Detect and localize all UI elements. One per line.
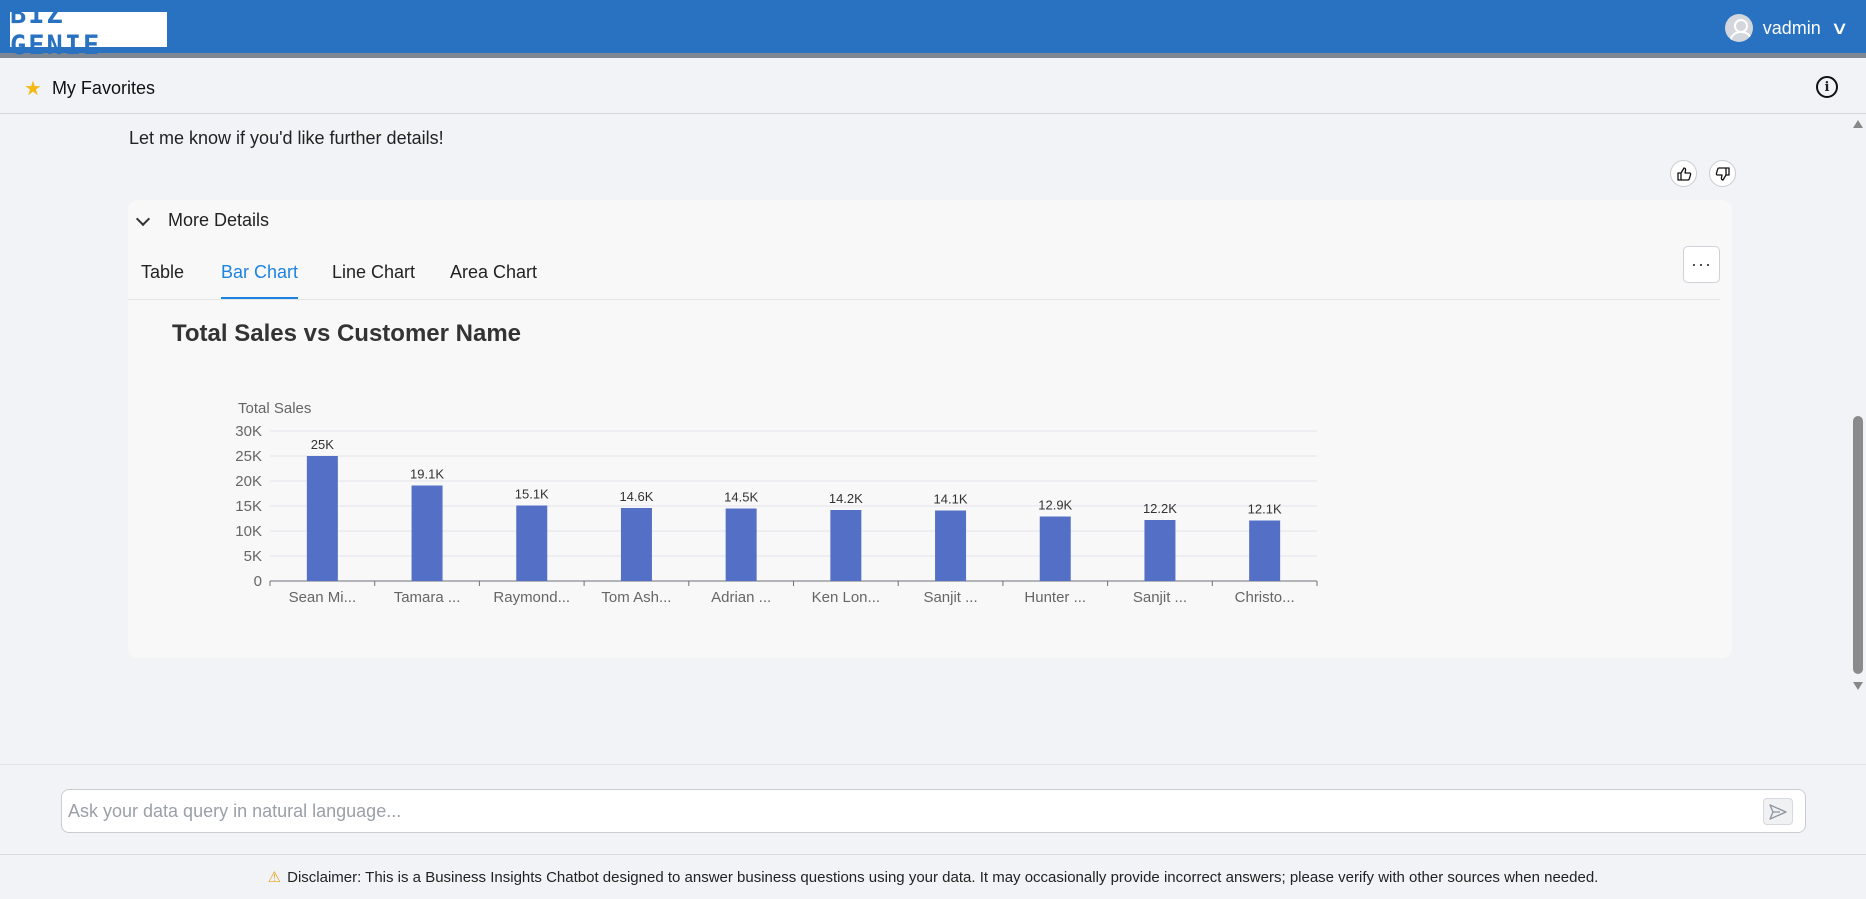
data-label: 12.1K	[1248, 502, 1282, 517]
x-tick-label: Ken Lon...	[812, 589, 880, 606]
x-tick-label: Tamara ...	[394, 589, 461, 606]
data-label: 19.1K	[410, 467, 444, 482]
bar	[411, 485, 443, 581]
user-menu[interactable]: vadmin ∨	[1724, 14, 1849, 42]
bar	[620, 508, 652, 581]
data-label: 25K	[311, 437, 334, 452]
y-tick-label: 20K	[235, 473, 262, 490]
scrollbar[interactable]	[1850, 114, 1866, 694]
y-tick-label: 30K	[235, 423, 262, 440]
my-favorites-button[interactable]: ★ My Favorites	[24, 76, 155, 101]
thumbs-down-icon	[1715, 166, 1730, 181]
x-tick-label: Sanjit ...	[923, 589, 977, 606]
more-options-button[interactable]: ···	[1683, 246, 1720, 283]
favorites-bar: ★ My Favorites i	[0, 63, 1866, 114]
info-icon[interactable]: i	[1816, 76, 1838, 98]
chevron-down-icon: ∨	[1830, 17, 1849, 38]
more-details-label: More Details	[168, 210, 270, 230]
my-favorites-label: My Favorites	[51, 78, 155, 98]
x-tick-label: Sanjit ...	[1133, 589, 1187, 606]
y-tick-label: 5K	[244, 548, 262, 565]
thumbs-up-button[interactable]	[1670, 160, 1697, 187]
bar	[306, 456, 338, 581]
disclaimer-bar: ⚠ Disclaimer: This is a Business Insight…	[0, 854, 1866, 899]
data-label: 14.6K	[619, 489, 653, 504]
y-tick-label: 25K	[235, 448, 262, 465]
logo-text: BIZ GENIE	[10, 0, 102, 61]
more-details-toggle[interactable]: More Details	[135, 210, 270, 231]
warning-icon: ⚠	[267, 869, 282, 886]
bar	[516, 505, 548, 581]
send-button[interactable]	[1763, 798, 1793, 825]
tab-table[interactable]: Table	[141, 262, 184, 297]
y-axis-label: Total Sales	[238, 400, 311, 417]
x-tick-label: Christo...	[1235, 589, 1295, 606]
data-label: 15.1K	[515, 487, 549, 502]
disclaimer-text: Disclaimer: This is a Business Insights …	[287, 868, 1599, 886]
data-label: 12.2K	[1143, 501, 1177, 516]
bar	[1249, 520, 1281, 581]
view-tabs: Table Bar Chart Line Chart Area Chart	[128, 252, 1720, 300]
thumbs-down-button[interactable]	[1709, 160, 1736, 187]
bar	[935, 510, 967, 581]
y-tick-label: 10K	[235, 523, 262, 540]
x-tick-label: Adrian ...	[711, 589, 771, 606]
bar	[1039, 516, 1071, 581]
app-logo[interactable]: BIZ GENIE	[10, 0, 167, 61]
chevron-down-icon	[135, 211, 151, 226]
tab-bar-chart[interactable]: Bar Chart	[221, 262, 299, 299]
top-bar: BIZ GENIE vadmin ∨	[0, 0, 1866, 61]
scroll-up-arrow-icon[interactable]	[1853, 120, 1863, 128]
username: vadmin	[1762, 17, 1821, 38]
data-label: 14.2K	[829, 491, 863, 506]
bar	[725, 508, 757, 581]
tab-area-chart[interactable]: Area Chart	[450, 262, 537, 297]
assistant-message-text: Let me know if you'd like further detail…	[129, 128, 444, 148]
chart-canvas: Total Sales 0 5K 10K 15K 20K 25K 30K 25K Sean Mi.…	[235, 400, 1318, 606]
x-tick-label: Tom Ash...	[601, 589, 671, 606]
data-label: 14.1K	[934, 492, 968, 507]
bar	[830, 510, 862, 581]
y-tick-label: 15K	[235, 498, 262, 515]
x-tick-label: Raymond...	[493, 589, 570, 606]
more-details-panel: More Details Table Bar Chart Line Chart …	[128, 200, 1732, 658]
avatar	[1724, 14, 1753, 42]
query-box	[61, 789, 1806, 833]
data-label: 14.5K	[724, 490, 758, 505]
tab-line-chart[interactable]: Line Chart	[332, 262, 415, 297]
star-icon: ★	[24, 78, 42, 100]
data-label: 12.9K	[1038, 498, 1072, 513]
query-input[interactable]	[68, 798, 1728, 824]
x-tick-label: Hunter ...	[1024, 589, 1086, 606]
send-icon	[1769, 803, 1787, 820]
scrollbar-thumb[interactable]	[1853, 416, 1863, 674]
thumbs-up-icon	[1676, 166, 1691, 181]
y-tick-label: 0	[254, 573, 262, 590]
scroll-down-arrow-icon[interactable]	[1853, 682, 1863, 690]
x-tick-label: Sean Mi...	[289, 589, 357, 606]
bar	[1144, 520, 1176, 581]
